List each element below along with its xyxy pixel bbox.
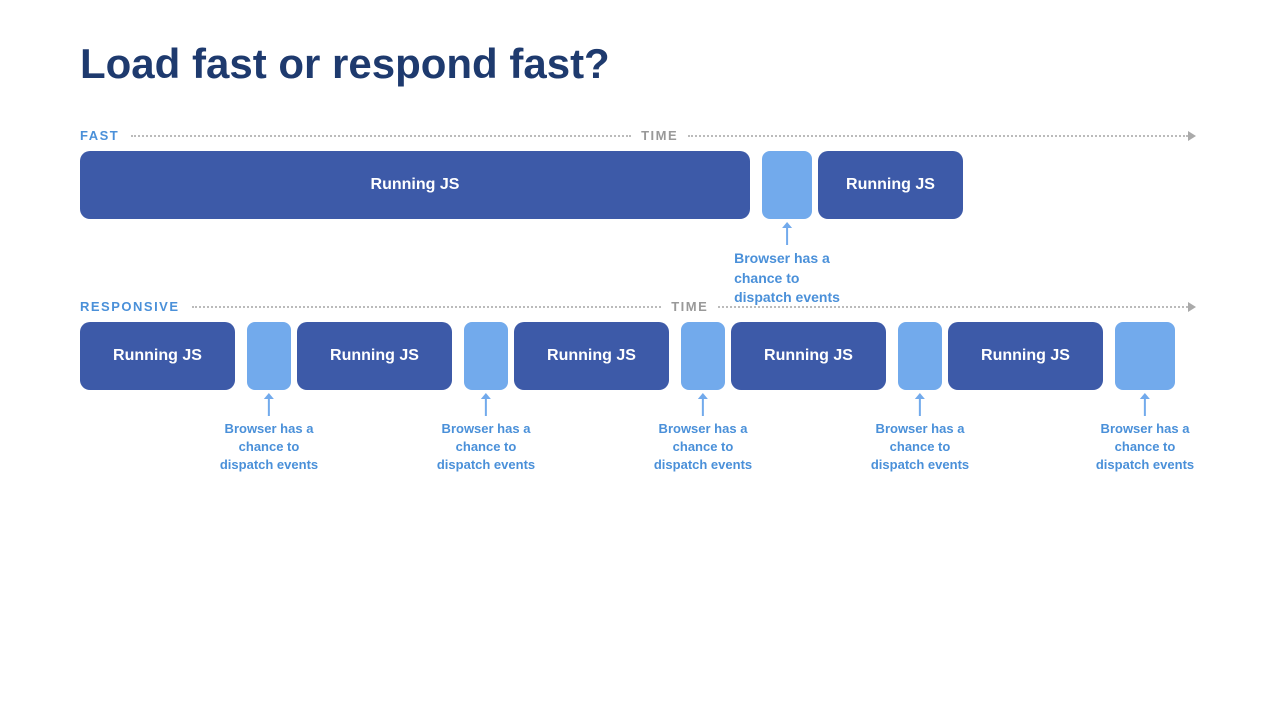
resp-gap-4 xyxy=(898,322,942,390)
resp-time-label: TIME xyxy=(671,299,708,314)
resp-running-js-1: Running JS xyxy=(80,322,235,390)
resp-running-js-3: Running JS xyxy=(514,322,669,390)
resp-annotation-text-4: Browser has achance todispatch events xyxy=(871,420,969,475)
resp-annotation-text-1: Browser has achance todispatch events xyxy=(220,420,318,475)
resp-annotation-text-5: Browser has achance todispatch events xyxy=(1096,420,1194,475)
fast-blocks-container: Running JS Browser has achance todispatc… xyxy=(80,151,1196,219)
resp-blocks-row: Running JS Browser has achance todispatc… xyxy=(80,322,1196,390)
resp-running-js-2: Running JS xyxy=(297,322,452,390)
page-title: Load fast or respond fast? xyxy=(80,40,1196,88)
resp-label: RESPONSIVE xyxy=(80,299,180,314)
resp-gap-1 xyxy=(247,322,291,390)
resp-gap-1-wrapper: Browser has achance todispatch events xyxy=(247,322,291,390)
resp-annotation-text-2: Browser has achance todispatch events xyxy=(437,420,535,475)
resp-annotation-5: Browser has achance todispatch events xyxy=(1096,398,1194,475)
fast-running-js-main: Running JS xyxy=(80,151,750,219)
resp-timeline-header: RESPONSIVE TIME xyxy=(80,299,1196,314)
resp-gap-5 xyxy=(1115,322,1175,390)
fast-timeline-header: FAST TIME xyxy=(80,128,1196,143)
fast-gap-block xyxy=(762,151,812,219)
resp-gap-3-wrapper: Browser has achance todispatch events xyxy=(681,322,725,390)
resp-gap-4-wrapper: Browser has achance todispatch events xyxy=(898,322,942,390)
resp-gap-5-wrapper: Browser has achance todispatch events xyxy=(1115,322,1175,390)
fast-running-js-second: Running JS xyxy=(818,151,963,219)
resp-gap-2-wrapper: Browser has achance todispatch events xyxy=(464,322,508,390)
responsive-section: RESPONSIVE TIME Running JS Browser has a… xyxy=(80,299,1196,390)
resp-annotation-text-3: Browser has achance todispatch events xyxy=(654,420,752,475)
fast-annotation: Browser has achance todispatch events xyxy=(734,227,840,308)
resp-running-js-4: Running JS xyxy=(731,322,886,390)
resp-running-js-5: Running JS xyxy=(948,322,1103,390)
fast-time-label: TIME xyxy=(641,128,678,143)
resp-blocks-container: Running JS Browser has achance todispatc… xyxy=(80,322,1196,390)
resp-annotation-2: Browser has achance todispatch events xyxy=(437,398,535,475)
resp-gap-2 xyxy=(464,322,508,390)
resp-gap-3 xyxy=(681,322,725,390)
fast-section: FAST TIME Running JS Browser has achance… xyxy=(80,128,1196,219)
resp-annotation-3: Browser has achance todispatch events xyxy=(654,398,752,475)
resp-annotation-4: Browser has achance todispatch events xyxy=(871,398,969,475)
resp-annotation-1: Browser has achance todispatch events xyxy=(220,398,318,475)
fast-label: FAST xyxy=(80,128,119,143)
